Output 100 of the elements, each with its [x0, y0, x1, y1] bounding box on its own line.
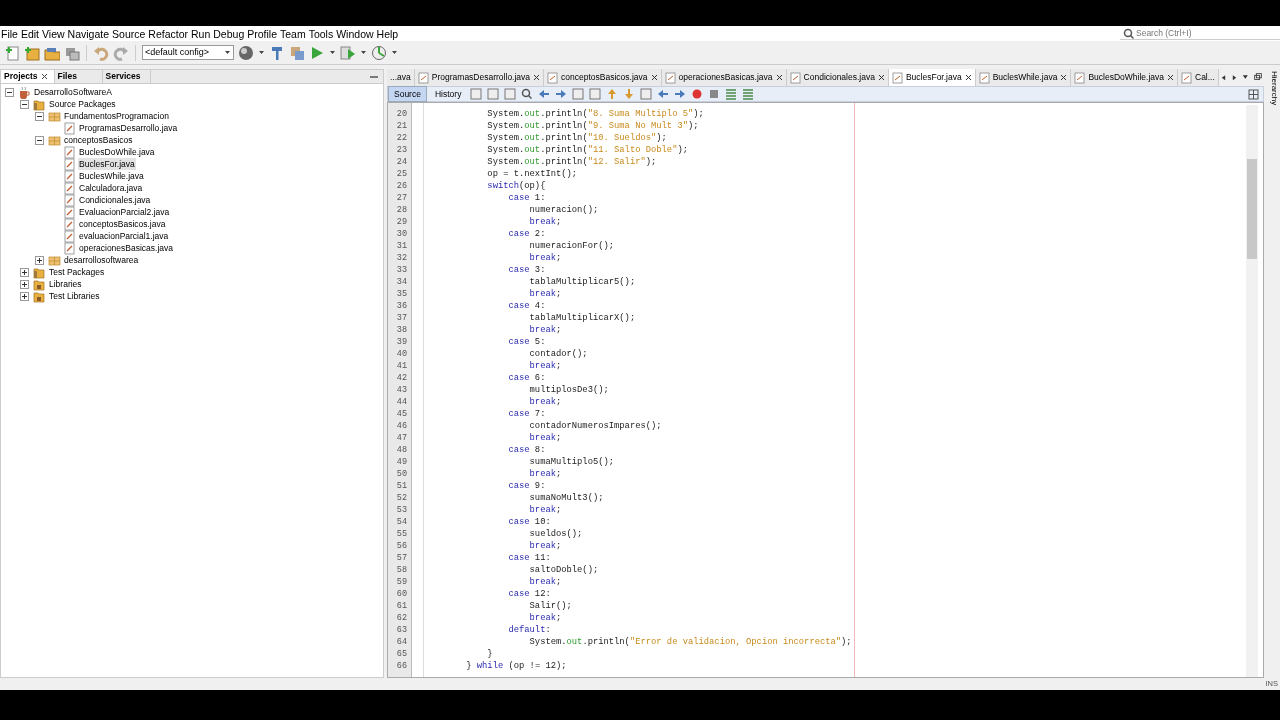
expand-icon[interactable]	[20, 279, 29, 289]
caret-icon[interactable]	[258, 49, 265, 56]
editor-tab[interactable]: Condicionales.java	[786, 69, 889, 86]
close-icon[interactable]	[964, 74, 972, 81]
panel-tab[interactable]: Projects	[1, 70, 55, 83]
lines-icon[interactable]	[724, 87, 739, 101]
search-field[interactable]: Search (Ctrl+I)	[1136, 26, 1276, 40]
panel-tab[interactable]: Services	[102, 70, 151, 83]
line-number: 64	[395, 636, 408, 648]
new-project-icon[interactable]	[24, 44, 40, 61]
split-icon[interactable]	[1248, 88, 1259, 100]
scrollbar-thumb[interactable]	[1247, 159, 1257, 259]
menu-item[interactable]: Profile	[247, 26, 280, 41]
view-tab[interactable]: History	[429, 86, 467, 102]
tree-item[interactable]: BuclesFor.java	[78, 157, 136, 171]
close-icon[interactable]	[1060, 74, 1068, 81]
line-number: 42	[395, 372, 408, 384]
side-tab[interactable]: Hierarchy	[1267, 71, 1280, 106]
hammer-icon[interactable]	[269, 44, 285, 61]
close-icon[interactable]	[775, 74, 783, 81]
line-number: 50	[395, 468, 408, 480]
close-icon[interactable]	[877, 74, 885, 81]
menu-item[interactable]: Run	[191, 26, 214, 41]
tree-item[interactable]: ProgramasDesarrollo.java	[78, 121, 179, 135]
restore-icon[interactable]	[1252, 72, 1262, 82]
menu-item[interactable]: Team	[280, 26, 309, 41]
tree-item[interactable]: Calculadora.java	[78, 181, 144, 195]
folder-icon	[33, 289, 46, 303]
menu-item[interactable]: Debug	[213, 26, 248, 41]
file-icon	[63, 205, 76, 219]
editor-tab[interactable]: conceptosBasicos.java	[544, 69, 662, 86]
file-icon	[63, 157, 76, 171]
menu-item[interactable]: Edit	[20, 26, 42, 41]
menu-item[interactable]: Window	[336, 26, 377, 41]
line-number: 29	[395, 216, 408, 228]
menu-item[interactable]: Navigate	[67, 26, 113, 41]
collapse-icon[interactable]	[5, 87, 14, 97]
line-number: 62	[395, 612, 408, 624]
close-icon[interactable]	[650, 74, 658, 81]
close-icon[interactable]	[533, 74, 541, 81]
lines-icon[interactable]	[741, 87, 756, 101]
tree-item[interactable]: BuclesDoWhile.java	[78, 145, 156, 159]
line-number: 26	[395, 180, 408, 192]
close-icon[interactable]	[40, 73, 48, 80]
expand-icon[interactable]	[20, 267, 29, 277]
tree-item[interactable]: conceptosBasicos.java	[78, 217, 167, 231]
tree-item[interactable]: Test Libraries	[48, 289, 101, 303]
left-arrow-icon[interactable]	[656, 87, 671, 101]
menu-item[interactable]: View	[42, 26, 68, 41]
folder-icon	[33, 265, 46, 279]
tree-item[interactable]: DesarrolloSoftwareA	[33, 85, 113, 99]
tree-item[interactable]: Condicionales.java	[78, 193, 152, 207]
line-number: 36	[395, 300, 408, 312]
sphere-icon[interactable]	[238, 44, 254, 61]
caret-icon[interactable]	[391, 49, 398, 56]
editor-tab[interactable]: BuclesFor.java	[888, 69, 976, 86]
tree-item[interactable]: operacionesBasicas.java	[78, 241, 175, 255]
tree-item[interactable]: Test Packages	[48, 265, 106, 279]
close-icon[interactable]	[1167, 74, 1174, 81]
tree-item[interactable]: desarrollosoftwarea	[63, 253, 140, 267]
tree-item[interactable]: evaluacionParcial1.java	[78, 229, 170, 243]
tree-item[interactable]: Source Packages	[48, 97, 117, 111]
menu-item[interactable]: Source	[112, 26, 149, 41]
editor-tab[interactable]: Cal...	[1178, 69, 1219, 86]
config-dropdown[interactable]: <default config>	[142, 45, 234, 60]
scrollbar-track[interactable]	[1246, 105, 1258, 677]
tree-item[interactable]: FundamentosProgramacion	[63, 109, 170, 123]
code-line: }	[486, 648, 494, 660]
line-number: 35	[395, 288, 408, 300]
line-number: 59	[395, 576, 408, 588]
collapse-icon[interactable]	[20, 99, 29, 109]
caret-icon[interactable]	[329, 49, 336, 56]
tree-item[interactable]: EvaluacionParcial2.java	[78, 205, 171, 219]
expand-icon[interactable]	[20, 291, 29, 301]
search-icon[interactable]	[520, 87, 535, 101]
menu-item[interactable]: Refactor	[148, 26, 191, 41]
caret-icon[interactable]	[360, 49, 367, 56]
editor-tab[interactable]: operacionesBasicas.java	[661, 69, 787, 86]
new-file-icon[interactable]	[4, 44, 20, 61]
menu-item[interactable]: Tools	[308, 26, 337, 41]
file-icon	[547, 71, 559, 84]
expand-icon[interactable]	[35, 255, 44, 265]
code-line: case 2:	[507, 228, 547, 240]
code-line: sumaNoMult3();	[528, 492, 605, 504]
editor-tab[interactable]: BuclesDoWhile.java	[1071, 69, 1178, 86]
editor-tab[interactable]: BuclesWhile.java	[975, 69, 1072, 86]
panel-tab[interactable]: Files	[54, 70, 103, 83]
editor-tab[interactable]: ...ava	[387, 69, 415, 86]
tree-item[interactable]: BuclesWhile.java	[78, 169, 145, 183]
collapse-icon[interactable]	[35, 111, 44, 121]
tree-item[interactable]: Libraries	[48, 277, 83, 291]
menu-item[interactable]: Help	[376, 26, 402, 41]
menu-item[interactable]: File	[1, 26, 21, 41]
editor-tab[interactable]: ProgramasDesarrollo.java	[414, 69, 545, 86]
collapse-icon[interactable]	[35, 135, 44, 145]
tree-item[interactable]: conceptosBasicos	[63, 133, 134, 147]
profile-icon[interactable]	[371, 44, 387, 61]
left-arrow-icon[interactable]	[537, 87, 552, 101]
redo-icon[interactable]	[113, 44, 129, 61]
line-number: 49	[395, 456, 408, 468]
